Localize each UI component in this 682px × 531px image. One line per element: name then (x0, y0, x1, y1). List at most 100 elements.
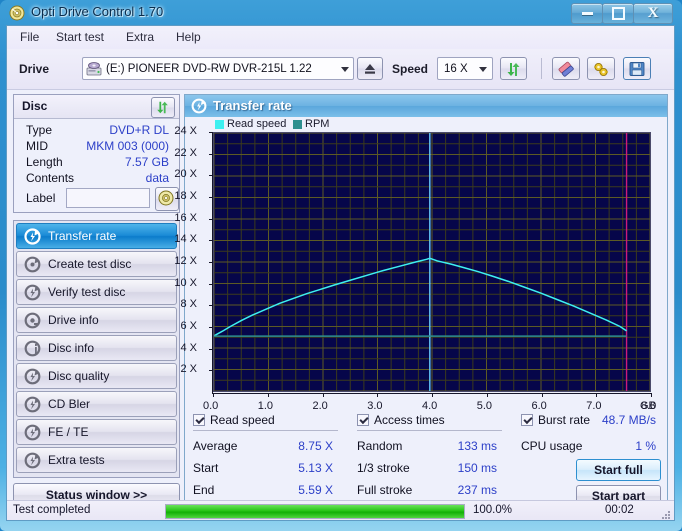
disc-test-icon (24, 228, 41, 245)
menu-extra[interactable]: Extra (119, 29, 161, 46)
result-value: 5.59 X (298, 483, 333, 497)
progress-bar-fill (166, 505, 464, 518)
eject-icon (362, 61, 378, 77)
result-key: End (193, 483, 214, 497)
x-axis-tick (487, 393, 488, 397)
eject-button[interactable] (357, 57, 383, 80)
read-speed-label: Read speed (210, 413, 275, 427)
x-axis-tick-label: 1.0 (258, 400, 273, 412)
toolbar-separator (541, 58, 542, 79)
disc-value: data (146, 171, 169, 185)
start-full-button[interactable]: Start full (576, 459, 661, 481)
disc-key: Length (26, 155, 63, 169)
minimize-button[interactable] (571, 3, 603, 24)
y-axis-tick-label: 24 X (174, 125, 197, 137)
read-speed-checkbox[interactable] (193, 414, 205, 426)
chevron-down-icon[interactable] (479, 67, 487, 72)
progress-bar (165, 504, 465, 519)
navigation-list: Transfer rate Create test disc (13, 220, 180, 478)
legend-swatch (293, 120, 302, 129)
chart-svg (214, 133, 650, 391)
y-axis-tick (209, 327, 213, 328)
sidebar-item-disc-info[interactable]: Disc info (16, 335, 177, 361)
elapsed-time: 00:02 (605, 504, 634, 516)
refresh-button[interactable] (500, 57, 527, 80)
legend-label: RPM (305, 118, 329, 130)
y-axis-tick (209, 284, 213, 285)
disc-verify-icon (24, 284, 41, 301)
y-axis-tick-label: 10 X (174, 277, 197, 289)
sidebar-item-label: Disc info (48, 341, 94, 355)
legend-swatch (215, 120, 224, 129)
chevron-down-icon[interactable] (341, 67, 349, 72)
x-axis-tick-label: 7.0 (586, 400, 601, 412)
resize-grip[interactable] (660, 509, 671, 520)
sidebar-item-drive-info[interactable]: Drive info (16, 307, 177, 333)
client-area: File Start test Extra Help Drive (E:) (6, 25, 675, 521)
x-axis-tick (323, 393, 324, 397)
sidebar-item-transfer-rate[interactable]: Transfer rate (16, 223, 177, 249)
y-axis-tick (209, 262, 213, 263)
x-axis-tick (213, 393, 214, 397)
result-key: Average (193, 439, 237, 453)
disc-panel: Disc Type DVD+R DL MID MKM 003 (000) (13, 94, 180, 213)
section-divider (357, 430, 502, 431)
sidebar-item-label: Create test disc (48, 257, 131, 271)
window-title: Opti Drive Control 1.70 (31, 3, 163, 21)
disc-label-input[interactable] (66, 188, 150, 208)
cpu-usage-key: CPU usage (521, 439, 582, 453)
y-axis-tick-label: 2 X (180, 363, 197, 375)
disc-label-caption: Label (26, 191, 55, 205)
disc-key: Contents (26, 171, 74, 185)
sidebar-item-extra-tests[interactable]: Extra tests (16, 447, 177, 473)
progress-percent: 100.0% (473, 504, 512, 516)
x-axis-tick-label: 0.0 (203, 400, 218, 412)
disc-row-mid: MID MKM 003 (000) (14, 139, 179, 155)
settings-button[interactable] (587, 57, 615, 80)
close-button[interactable]: X (633, 3, 673, 24)
drive-select[interactable]: (E:) PIONEER DVD-RW DVR-215L 1.22 (82, 57, 354, 80)
result-value: 237 ms (458, 483, 497, 497)
result-key: Start (193, 461, 218, 475)
menu-file[interactable]: File (13, 29, 46, 46)
sidebar-item-verify-test-disc[interactable]: Verify test disc (16, 279, 177, 305)
x-axis-tick (596, 393, 597, 397)
disc-row-type: Type DVD+R DL (14, 123, 179, 139)
section-divider (193, 430, 338, 431)
sidebar-item-cd-bler[interactable]: CD Bler (16, 391, 177, 417)
maximize-button[interactable] (602, 3, 634, 24)
speed-select[interactable]: 16 X (437, 57, 493, 80)
y-axis-tick (209, 132, 213, 133)
y-axis-tick-label: 14 X (174, 233, 197, 245)
disc-drive-icon (24, 312, 41, 329)
main-panel-title: Transfer rate (213, 98, 292, 113)
burst-rate-checkbox[interactable] (521, 414, 533, 426)
save-button[interactable] (623, 57, 651, 80)
left-column: Disc Type DVD+R DL MID MKM 003 (000) (13, 94, 180, 514)
legend-label: Read speed (227, 118, 286, 130)
disc-icon (9, 5, 25, 21)
sidebar-item-disc-quality[interactable]: Disc quality (16, 363, 177, 389)
x-axis-unit: GB (640, 400, 656, 412)
drive-label: Drive (19, 62, 49, 76)
cpu-usage-value: 1 % (635, 439, 656, 453)
sidebar-item-fe-te[interactable]: FE / TE (16, 419, 177, 445)
sidebar-item-label: Extra tests (48, 453, 105, 467)
x-axis-tick (268, 393, 269, 397)
result-value: 133 ms (458, 439, 497, 453)
sidebar-item-create-test-disc[interactable]: Create test disc (16, 251, 177, 277)
menu-bar: File Start test Extra Help (7, 26, 674, 50)
disc-panel-title: Disc (22, 99, 47, 113)
disc-row-length: Length 7.57 GB (14, 155, 179, 171)
disc-quality-icon (24, 368, 41, 385)
y-axis-tick (209, 154, 213, 155)
disc-refresh-button[interactable] (151, 97, 175, 118)
menu-help[interactable]: Help (169, 29, 208, 46)
disc-key: MID (26, 139, 48, 153)
access-times-label: Access times (374, 413, 445, 427)
chart-series (214, 258, 627, 336)
erase-button[interactable] (552, 57, 580, 80)
access-times-checkbox[interactable] (357, 414, 369, 426)
menu-start-test[interactable]: Start test (49, 29, 111, 46)
y-axis-tick (209, 240, 213, 241)
